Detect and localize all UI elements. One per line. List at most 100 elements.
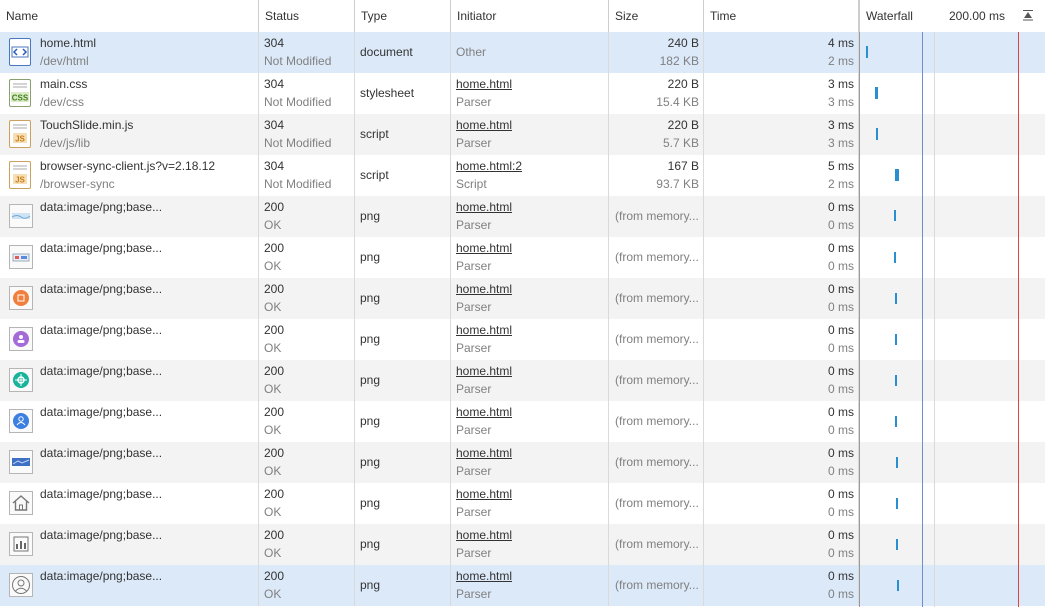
- request-row[interactable]: JS browser-sync-client.js?v=2.18.12 /bro…: [0, 155, 1045, 196]
- column-header-type[interactable]: Type: [355, 0, 451, 32]
- initiator-type: Parser: [456, 546, 492, 560]
- request-row[interactable]: data:image/png;base... 200 OK png home.h…: [0, 360, 1045, 401]
- name-cell: data:image/png;base...: [0, 319, 259, 360]
- waterfall-bar[interactable]: [875, 87, 878, 99]
- column-header-size[interactable]: Size: [609, 0, 704, 32]
- request-path: /dev/js/lib: [40, 136, 91, 150]
- waterfall-bar[interactable]: [894, 252, 896, 263]
- waterfall-bar[interactable]: [876, 128, 878, 140]
- initiator-link[interactable]: home.html: [456, 446, 512, 460]
- status-text: OK: [264, 464, 282, 478]
- column-header-time[interactable]: Time: [704, 0, 859, 32]
- time-cell: 0 ms 0 ms: [704, 524, 859, 565]
- load-event-line: [1018, 32, 1019, 607]
- waterfall-bar[interactable]: [895, 293, 897, 304]
- request-time: 5 ms: [827, 159, 854, 173]
- initiator-type: Parser: [456, 259, 492, 273]
- request-type: script: [360, 127, 389, 141]
- initiator-type: Script: [456, 177, 487, 191]
- request-name: data:image/png;base...: [40, 528, 163, 542]
- column-header-status[interactable]: Status: [259, 0, 355, 32]
- status-code: 200: [264, 405, 285, 419]
- request-name: data:image/png;base...: [40, 446, 163, 460]
- request-time: 0 ms: [827, 364, 854, 378]
- status-cell: 200 OK: [259, 565, 355, 606]
- waterfall-bar[interactable]: [895, 334, 897, 345]
- initiator-type: Parser: [456, 587, 492, 601]
- request-type: document: [360, 45, 413, 59]
- initiator-link[interactable]: home.html: [456, 118, 512, 132]
- transfer-size: (from memory...: [615, 209, 699, 223]
- request-latency: 0 ms: [827, 382, 854, 396]
- size-cell: (from memory...: [609, 401, 704, 442]
- initiator-cell: Other: [451, 32, 609, 73]
- type-cell: png: [355, 319, 451, 360]
- status-text: OK: [264, 218, 282, 232]
- status-code: 304: [264, 77, 285, 91]
- waterfall-bar[interactable]: [896, 498, 898, 509]
- status-text: OK: [264, 341, 282, 355]
- request-row[interactable]: data:image/png;base... 200 OK png home.h…: [0, 319, 1045, 360]
- card-image-icon: [9, 245, 33, 269]
- waterfall-bar[interactable]: [896, 457, 898, 468]
- request-row[interactable]: data:image/png;base... 200 OK png home.h…: [0, 524, 1045, 565]
- size-cell: 220 B 5.7 KB: [609, 114, 704, 155]
- initiator-link[interactable]: home.html: [456, 282, 512, 296]
- request-row[interactable]: JS TouchSlide.min.js /dev/js/lib 304 Not…: [0, 114, 1045, 155]
- initiator-link[interactable]: home.html: [456, 487, 512, 501]
- waterfall-bar[interactable]: [897, 580, 899, 591]
- sort-ascending-icon[interactable]: [1022, 9, 1034, 21]
- time-cell: 0 ms 0 ms: [704, 565, 859, 606]
- status-code: 200: [264, 569, 285, 583]
- initiator-link[interactable]: home.html: [456, 77, 512, 91]
- request-latency: 0 ms: [827, 464, 854, 478]
- initiator-type: Parser: [456, 136, 492, 150]
- initiator-type: Parser: [456, 382, 492, 396]
- status-cell: 200 OK: [259, 237, 355, 278]
- request-path: /browser-sync: [40, 177, 115, 191]
- request-row[interactable]: data:image/png;base... 200 OK png home.h…: [0, 483, 1045, 524]
- transfer-size: (from memory...: [615, 496, 699, 510]
- waterfall-bar[interactable]: [895, 375, 897, 386]
- html-file-icon: [9, 38, 31, 66]
- initiator-link[interactable]: home.html: [456, 405, 512, 419]
- request-name: data:image/png;base...: [40, 200, 163, 214]
- request-row[interactable]: CSS main.css /dev/css 304 Not Modified s…: [0, 73, 1045, 114]
- request-latency: 0 ms: [827, 218, 854, 232]
- status-cell: 200 OK: [259, 524, 355, 565]
- initiator-type: Parser: [456, 218, 492, 232]
- request-row[interactable]: data:image/png;base... 200 OK png home.h…: [0, 442, 1045, 483]
- column-header-initiator[interactable]: Initiator: [451, 0, 609, 32]
- request-row[interactable]: data:image/png;base... 200 OK png home.h…: [0, 565, 1045, 606]
- initiator-link[interactable]: home.html: [456, 364, 512, 378]
- status-code: 200: [264, 487, 285, 501]
- initiator-link[interactable]: home.html: [456, 323, 512, 337]
- initiator-link[interactable]: home.html: [456, 200, 512, 214]
- status-text: OK: [264, 546, 282, 560]
- status-cell: 304 Not Modified: [259, 114, 355, 155]
- column-header-name[interactable]: Name: [0, 0, 259, 32]
- waterfall-bar[interactable]: [866, 46, 868, 58]
- request-latency: 3 ms: [827, 136, 854, 150]
- initiator-link[interactable]: home.html: [456, 569, 512, 583]
- request-name: TouchSlide.min.js: [40, 118, 134, 132]
- waterfall-bar[interactable]: [895, 169, 899, 181]
- initiator-type: Parser: [456, 505, 492, 519]
- teal-circle-icon: [9, 368, 33, 392]
- request-row[interactable]: data:image/png;base... 200 OK png home.h…: [0, 401, 1045, 442]
- request-row[interactable]: data:image/png;base... 200 OK png home.h…: [0, 237, 1045, 278]
- initiator-link[interactable]: home.html: [456, 528, 512, 542]
- status-text: Not Modified: [264, 95, 332, 109]
- home-icon: [9, 491, 33, 515]
- status-cell: 200 OK: [259, 401, 355, 442]
- initiator-link[interactable]: home.html: [456, 241, 512, 255]
- request-row[interactable]: data:image/png;base... 200 OK png home.h…: [0, 196, 1045, 237]
- request-latency: 2 ms: [827, 54, 854, 68]
- waterfall-bar[interactable]: [894, 210, 896, 221]
- request-time: 3 ms: [827, 118, 854, 132]
- waterfall-bar[interactable]: [895, 416, 897, 427]
- initiator-link[interactable]: home.html:2: [456, 159, 522, 173]
- waterfall-bar[interactable]: [896, 539, 898, 550]
- request-row[interactable]: home.html /dev/html 304 Not Modified doc…: [0, 32, 1045, 73]
- request-row[interactable]: data:image/png;base... 200 OK png home.h…: [0, 278, 1045, 319]
